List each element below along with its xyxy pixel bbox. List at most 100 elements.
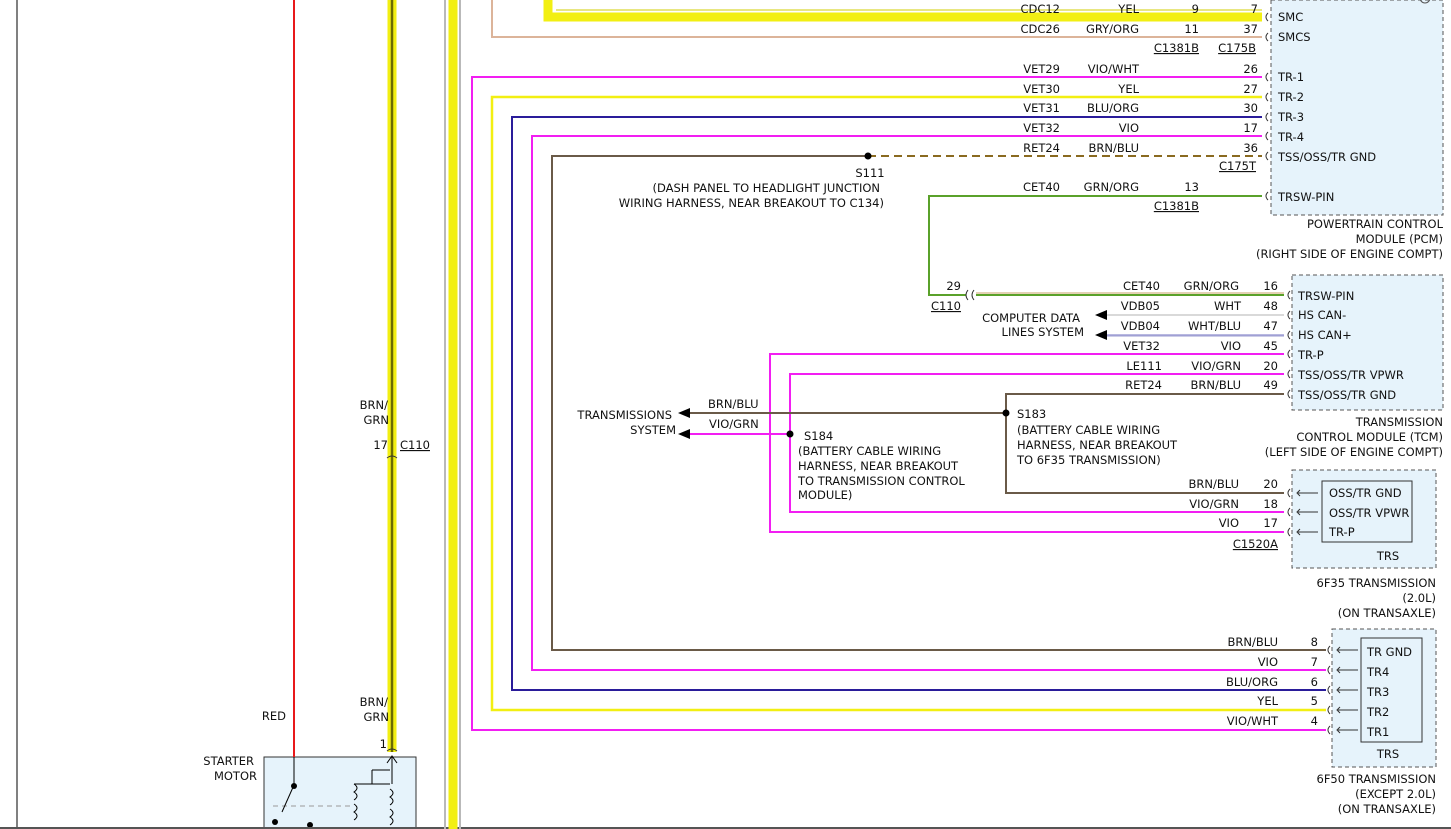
splice-s184-desc-1: (BATTERY CABLE WIRING [798,444,941,458]
trs-w2-pin: 7 [1311,655,1318,669]
trs-caption-2: (EXCEPT 2.0L) [1355,787,1436,801]
splice-s111-desc-2: WIRING HARNESS, NEAR BREAKOUT TO C134) [619,196,884,210]
splice-s111-dot [864,152,872,160]
connector-c175b: C175B [1218,41,1256,55]
trs-wire-labels: BRN/BLU 8 VIO 7 BLU/ORG 6 YEL 5 VIO/WHT … [1226,635,1318,728]
label-vet32-pin: 17 [1243,121,1258,135]
trans-arrow-label-2: VIO/GRN [709,417,759,431]
trs-pin-tr1: TR1 [1366,725,1389,739]
label-cet40: CET40 [1023,180,1060,194]
label-cdc26-color: GRY/ORG [1086,22,1139,36]
label-ret24-color: BRN/BLU [1089,141,1140,155]
tcm-label-vet32-pin: 45 [1263,339,1278,353]
tcm-module: TRSW-PIN HS CAN- HS CAN+ TR-P TSS/OSS/TR… [1265,274,1444,459]
label-vet31-color: BLU/ORG [1087,101,1139,115]
pcm-title-1: POWERTRAIN CONTROL [1307,217,1444,231]
brn-grn-bottom-2: GRN [363,710,389,724]
label-vet29: VET29 [1023,62,1060,76]
trs-w5-pin: 4 [1311,714,1318,728]
tcm-pin-gnd: TSS/OSS/TR GND [1297,388,1396,402]
trs2l-w3-pin: 17 [1263,516,1278,530]
tcm-label-vet32-color: VIO [1221,339,1241,353]
trs-w3-pin: 6 [1311,675,1318,689]
pcm-pin-tss-gnd: TSS/OSS/TR GND [1277,150,1376,164]
tcm-pin-hscan-minus: HS CAN- [1298,308,1346,322]
trs-pin-tr4: TR4 [1366,665,1389,679]
splice-s111-name: S111 [855,166,884,180]
label-vet31-pin: 30 [1243,101,1258,115]
label-cdc12: CDC12 [1020,2,1060,16]
tcm-label-ret24-color: BRN/BLU [1191,378,1242,392]
arrow-to-computer-data-2 [1095,330,1107,340]
label-cet40-pin: 13 [1184,180,1199,194]
tcm-pin-vpwr: TSS/OSS/TR VPWR [1297,368,1404,382]
pcm-pin-tr1: TR-1 [1277,70,1304,84]
pcm-pin-smc: SMC [1278,10,1303,24]
trs2l-pin-vpwr: OSS/TR VPWR [1329,506,1409,520]
wiring-diagram: SMC SMCS TR-1 TR-2 TR-3 TR-4 TSS/OSS/TR … [0,0,1451,829]
splice-s184-desc-4: MODULE) [798,488,852,502]
trs-name: TRS [1376,747,1399,761]
wire-vio-wht [471,76,1326,731]
tcm-label-vet32: VET32 [1123,339,1160,353]
trs-w2-color: VIO [1258,655,1278,669]
splice-s183-desc-3: TO 6F35 TRANSMISSION) [1016,453,1161,467]
label-ret24: RET24 [1023,141,1060,155]
tcm-pin-hscan-plus: HS CAN+ [1298,328,1352,342]
label-vet32-color: VIO [1119,121,1139,135]
arrow-to-transmissions-2 [678,429,690,439]
label-cdc26-pina: 11 [1184,22,1199,36]
label-cdc12-pina: 9 [1192,2,1199,16]
tcm-label-le111: LE111 [1126,359,1162,373]
tcm-label-le111-pin: 20 [1263,359,1278,373]
trs-caption-3: (ON TRANSAXLE) [1338,802,1436,816]
splice-s184: S184 (BATTERY CABLE WIRING HARNESS, NEAR… [797,429,965,502]
pcm-pin-smcs: SMCS [1278,30,1311,44]
trs-6f50: TR GND TR4 TR3 TR2 TR1 TRS 6F50 TRANSMIS… [1317,628,1437,816]
connector-c1520a: C1520A [1233,537,1278,551]
pcm-module: SMC SMCS TR-1 TR-2 TR-3 TR-4 TSS/OSS/TR … [1256,0,1444,261]
pcm-wire-labels: CDC12 YEL 9 7 CDC26 GRY/ORG 11 37 C1381B… [1020,2,1258,213]
tcm-label-vdb05-color: WHT [1214,299,1242,313]
tcm-label-ret24: RET24 [1125,378,1162,392]
tcm-label-cet40: CET40 [1123,279,1160,293]
label-vet29-pin: 26 [1243,62,1258,76]
starter-label-1: STARTER [203,754,254,768]
arrow-to-transmissions-1 [678,408,690,418]
pcm-pin-trsw: TRSW-PIN [1277,190,1334,204]
connector-c175t: C175T [1219,159,1257,173]
trs2l-caption-1: 6F35 TRANSMISSION [1317,576,1437,590]
label-vet31: VET31 [1023,101,1060,115]
wire-yel-vet30 [490,95,1326,712]
tcm-pin-trp: TR-P [1297,348,1324,362]
splice-s183-name: S183 [1017,407,1046,421]
trs2l-name: TRS [1376,549,1399,563]
c110-right-label: C110 [931,299,961,313]
trs-w1-pin: 8 [1311,635,1318,649]
tcm-label-cet40-color: GRN/ORG [1184,279,1239,293]
c110-left-label: C110 [400,438,430,452]
trs2l-w1-pin: 20 [1263,477,1278,491]
wires [293,0,1326,829]
tcm-label-le111-color: VIO/GRN [1191,359,1241,373]
wire-brn-blu-ret24 [551,155,1326,651]
pcm-pin-tr2: TR-2 [1277,90,1304,104]
trs-pin-trgnd: TR GND [1366,645,1412,659]
pcm-pin-tr3: TR-3 [1277,110,1304,124]
splice-s183-dot [1002,409,1010,417]
label-cdc12-pinb: 7 [1251,2,1258,16]
trs-caption-1: 6F50 TRANSMISSION [1317,772,1437,786]
computer-data-label-1: COMPUTER DATA [982,311,1080,325]
tcm-title-1: TRANSMISSION [1355,415,1443,429]
starter-label-2: MOTOR [214,769,257,783]
wire-yel-cdc12 [543,0,1262,22]
splice-s184-desc-2: HARNESS, NEAR BREAKOUT [798,459,959,473]
starter-pin: 1 [380,737,387,751]
label-ret24-pin: 36 [1243,141,1258,155]
tcm-label-cet40-pin: 16 [1263,279,1278,293]
splice-s184-name: S184 [804,429,833,443]
tcm-title-3: (LEFT SIDE OF ENGINE COMPT) [1265,445,1443,459]
label-cdc26: CDC26 [1020,22,1060,36]
splice-s184-desc-3: TO TRANSMISSION CONTROL [797,474,965,488]
splice-s184-dot [786,430,794,438]
